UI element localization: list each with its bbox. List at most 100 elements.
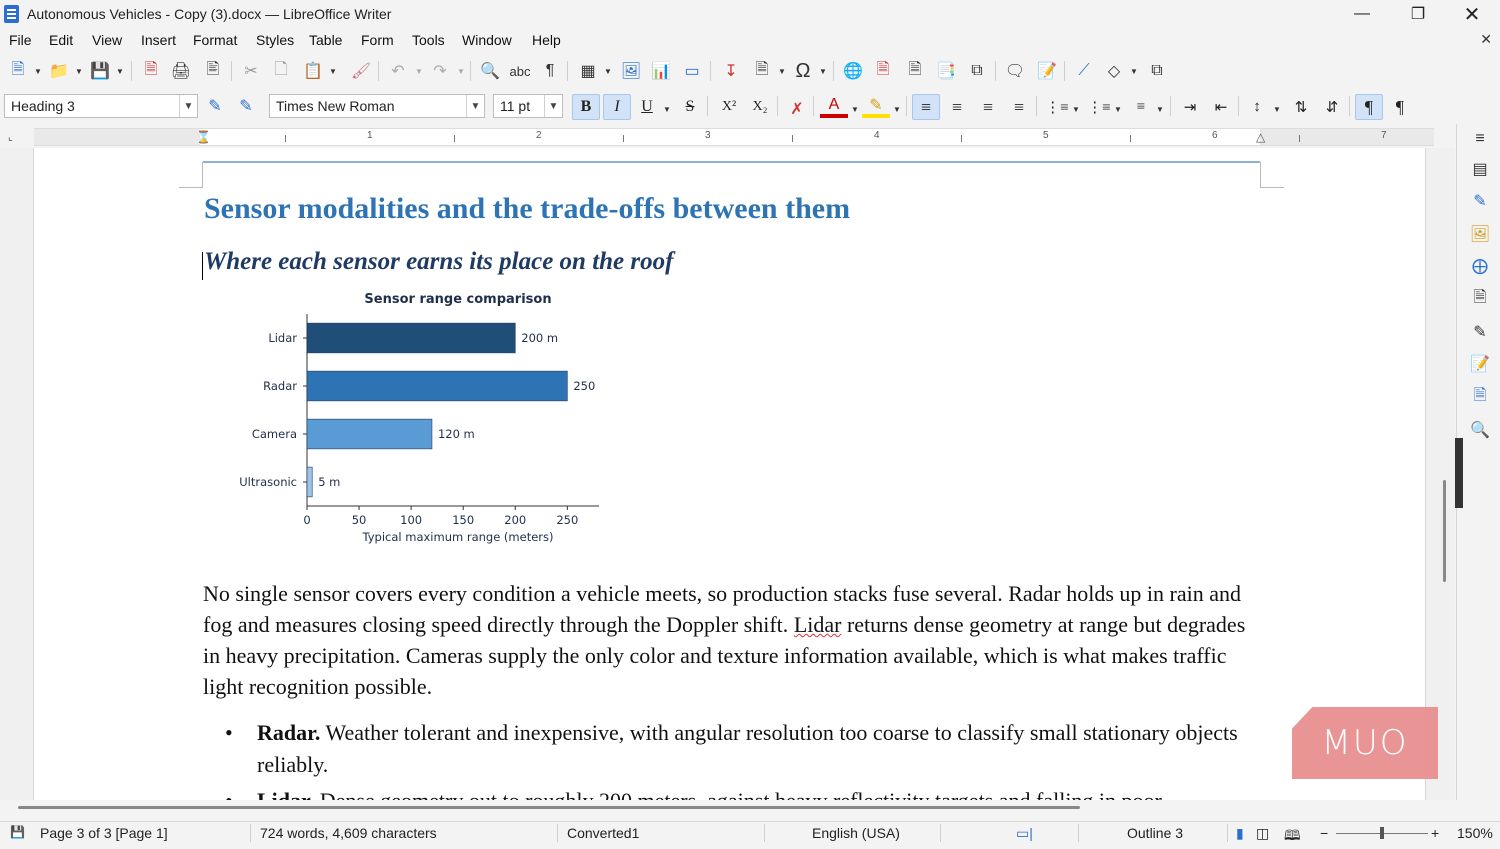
open-folder-icon[interactable]: 📁: [47, 59, 71, 83]
menu-window[interactable]: Window: [462, 32, 512, 48]
underline-button[interactable]: U: [633, 94, 661, 120]
body-paragraph[interactable]: No single sensor covers every condition …: [203, 578, 1263, 702]
export-pdf-icon[interactable]: 🗎: [139, 59, 163, 83]
sidebar-menu-icon[interactable]: ≡: [1469, 128, 1491, 150]
ordered-list-icon[interactable]: ⋮≡: [1085, 94, 1113, 120]
redo-icon[interactable]: ↷: [428, 59, 452, 83]
save-dropdown-icon[interactable]: ▼: [115, 59, 125, 83]
minimize-button[interactable]: —: [1334, 0, 1390, 28]
menu-help[interactable]: Help: [532, 32, 561, 48]
print-icon[interactable]: 🖨: [169, 59, 193, 83]
menu-format[interactable]: Format: [193, 32, 237, 48]
list-item[interactable]: • Lidar. Dense geometry out to roughly 2…: [203, 785, 1263, 800]
chevron-down-icon[interactable]: ▼: [466, 95, 484, 117]
font-color-icon[interactable]: A: [820, 96, 848, 118]
horizontal-scroll-thumb[interactable]: [18, 806, 1080, 809]
save-status-icon[interactable]: 💾: [10, 825, 25, 839]
document-page[interactable]: Sensor modalities and the trade-offs bet…: [33, 148, 1426, 800]
restore-button[interactable]: ❐: [1390, 0, 1446, 28]
font-color-dropdown-icon[interactable]: ▼: [850, 97, 860, 121]
menu-view[interactable]: View: [92, 32, 122, 48]
zoom-slider-handle[interactable]: [1380, 827, 1384, 839]
undo-dropdown-icon[interactable]: ▼: [414, 59, 424, 83]
increase-indent-icon[interactable]: ⇥: [1176, 94, 1204, 120]
unordered-list-dropdown-icon[interactable]: ▼: [1071, 97, 1081, 121]
vertical-scroll-thumb[interactable]: [1443, 480, 1446, 582]
sidebar-collapse-handle[interactable]: [1455, 438, 1463, 508]
page-count[interactable]: Page 3 of 3 [Page 1]: [40, 825, 168, 841]
word-count[interactable]: 724 words, 4,609 characters: [260, 825, 437, 841]
justify-button[interactable]: ≡: [1005, 94, 1033, 120]
list-item[interactable]: • Radar. Weather tolerant and inexpensiv…: [203, 717, 1263, 781]
navigator-icon[interactable]: ⨁: [1469, 255, 1491, 277]
special-char-dropdown-icon[interactable]: ▼: [818, 59, 828, 83]
menu-insert[interactable]: Insert: [141, 32, 176, 48]
outline-list-icon[interactable]: ≡: [1127, 94, 1155, 120]
heading-3[interactable]: Where each sensor earns its place on the…: [204, 248, 673, 276]
update-style-icon[interactable]: ✎: [203, 94, 227, 118]
redo-dropdown-icon[interactable]: ▼: [456, 59, 466, 83]
table-dropdown-icon[interactable]: ▼: [603, 59, 613, 83]
menu-styles[interactable]: Styles: [256, 32, 294, 48]
single-page-view-icon[interactable]: ▮: [1236, 825, 1244, 842]
font-size-box[interactable]: 11 pt ▼: [493, 94, 563, 118]
outline-dropdown-icon[interactable]: ▼: [1155, 97, 1165, 121]
outline-level[interactable]: Outline 3: [1127, 825, 1183, 841]
bullet-list[interactable]: • Radar. Weather tolerant and inexpensiv…: [203, 717, 1263, 800]
clone-formatting-icon[interactable]: 🖌: [349, 59, 373, 83]
ordered-list-dropdown-icon[interactable]: ▼: [1113, 97, 1123, 121]
line-spacing-icon[interactable]: ↕: [1243, 94, 1271, 120]
hyperlink-icon[interactable]: 🌐: [841, 59, 865, 83]
comment-icon[interactable]: 🗨: [1003, 59, 1027, 83]
document-workspace[interactable]: Sensor modalities and the trade-offs bet…: [0, 148, 1455, 800]
menu-edit[interactable]: Edit: [49, 32, 73, 48]
clear-formatting-icon[interactable]: ✗: [785, 97, 809, 121]
insert-image-icon[interactable]: 🖼: [619, 59, 643, 83]
find-replace-icon[interactable]: 🔍: [478, 59, 502, 83]
unordered-list-icon[interactable]: ⋮≡: [1043, 94, 1071, 120]
close-window-button[interactable]: ✕: [1444, 0, 1500, 28]
align-left-button[interactable]: ≡: [912, 94, 940, 120]
spelling-icon[interactable]: abc: [508, 59, 532, 83]
zoom-out-icon[interactable]: −: [1320, 825, 1328, 841]
decrease-paragraph-spacing-icon[interactable]: ⇵: [1318, 94, 1346, 120]
strikethrough-button[interactable]: S: [676, 94, 704, 120]
insert-chart-icon[interactable]: 📊: [649, 59, 673, 83]
menu-file[interactable]: File: [9, 32, 32, 48]
bookmark-icon[interactable]: 📑: [934, 59, 958, 83]
manage-changes-icon[interactable]: 📝: [1469, 353, 1491, 375]
heading-1[interactable]: Sensor modalities and the trade-offs bet…: [204, 192, 850, 226]
menu-form[interactable]: Form: [361, 32, 394, 48]
zoom-in-icon[interactable]: +: [1431, 825, 1439, 841]
multi-page-view-icon[interactable]: ◫: [1256, 825, 1269, 842]
right-to-left-icon[interactable]: ¶: [1386, 94, 1414, 120]
font-name-box[interactable]: Times New Roman ▼: [269, 94, 485, 118]
paste-dropdown-icon[interactable]: ▼: [328, 59, 338, 83]
highlight-color-icon[interactable]: ✎: [862, 96, 890, 118]
right-indent-marker-icon[interactable]: △: [1256, 130, 1265, 144]
page-break-icon[interactable]: ↧: [719, 59, 743, 83]
draw-functions-icon[interactable]: ⧉: [1145, 59, 1169, 83]
find-icon[interactable]: 🔍: [1469, 419, 1491, 441]
align-right-button[interactable]: ≡: [974, 94, 1002, 120]
print-preview-icon[interactable]: 🖹: [201, 59, 225, 83]
new-dropdown-icon[interactable]: ▼: [33, 59, 43, 83]
basic-shapes-icon[interactable]: ◇: [1102, 59, 1126, 83]
line-spacing-dropdown-icon[interactable]: ▼: [1272, 97, 1282, 121]
paragraph-style-box[interactable]: Heading 3 ▼: [4, 94, 198, 118]
indent-marker-icon[interactable]: ⌛: [196, 130, 211, 144]
special-character-icon[interactable]: Ω: [791, 59, 815, 83]
properties-icon[interactable]: ▤: [1469, 158, 1491, 180]
sensor-range-chart[interactable]: Sensor range comparison Lidar 200 m Radar 25…: [199, 288, 610, 550]
undo-icon[interactable]: ↶: [386, 59, 410, 83]
design-icon[interactable]: 🗎: [1469, 386, 1491, 408]
track-changes-icon[interactable]: 📝: [1035, 59, 1059, 83]
field-dropdown-icon[interactable]: ▼: [777, 59, 787, 83]
endnote-icon[interactable]: 🗎: [903, 59, 927, 83]
insert-textbox-icon[interactable]: ▭: [680, 59, 704, 83]
insert-mode-icon[interactable]: ▭|: [1016, 825, 1033, 842]
book-view-icon[interactable]: 🕮: [1284, 825, 1301, 849]
increase-paragraph-spacing-icon[interactable]: ⇅: [1287, 94, 1315, 120]
bold-button[interactable]: B: [572, 94, 600, 120]
new-style-icon[interactable]: ✎: [234, 94, 258, 118]
